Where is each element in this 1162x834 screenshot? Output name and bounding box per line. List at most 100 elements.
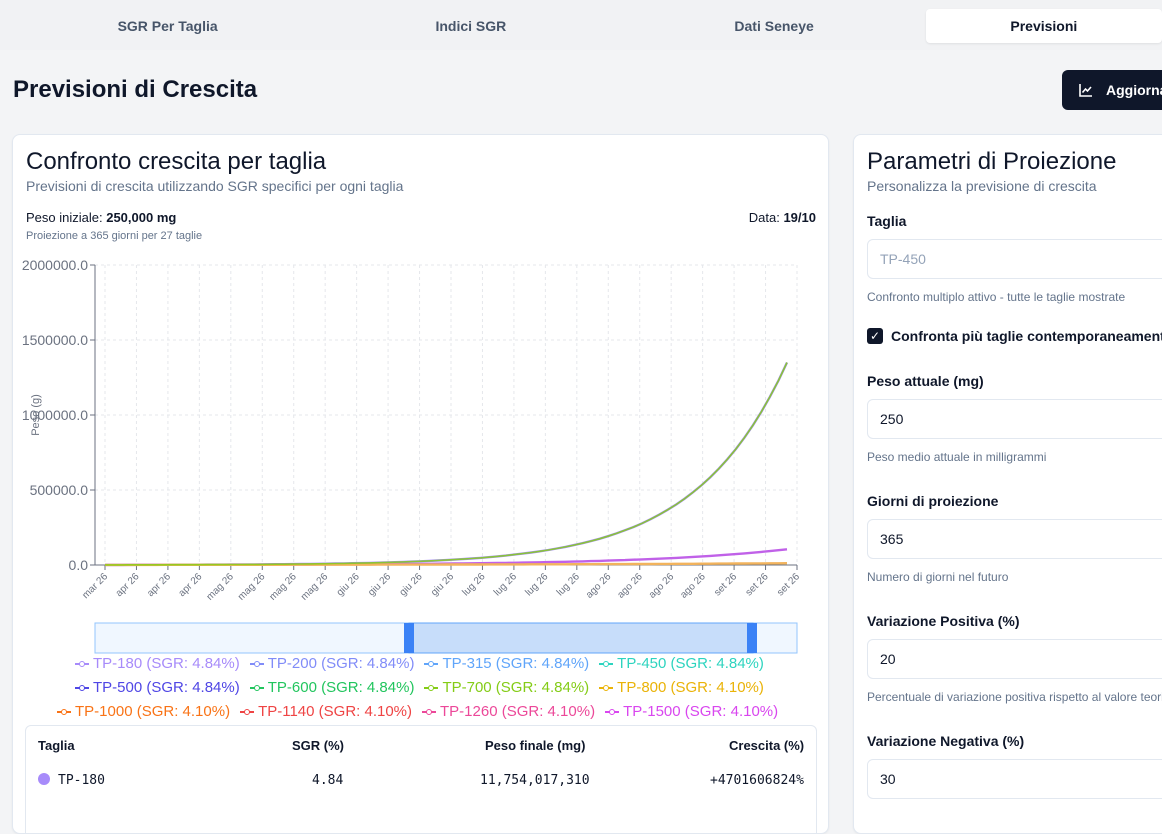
series-color-dot (38, 773, 50, 785)
legend-item[interactable]: TP-500 (SGR: 4.84%) (75, 679, 240, 696)
params-subtitle: Personalizza la previsione di crescita (867, 178, 1097, 194)
projection-params-card: Parametri di Proiezione Personalizza la … (853, 134, 1162, 834)
chart-line-icon (1079, 84, 1092, 97)
legend-label: TP-315 (SGR: 4.84%) (442, 655, 590, 672)
legend-label: TP-1000 (SGR: 4.10%) (75, 703, 231, 720)
legend-label: TP-1500 (SGR: 4.10%) (623, 703, 779, 720)
y-tick-label: 500000.0 (30, 482, 89, 498)
legend-row: TP-180 (SGR: 4.84%) TP-200 (SGR: 4.84%) TP… (75, 655, 774, 672)
legend-item[interactable]: TP-1260 (SGR: 4.10%) (422, 703, 595, 720)
legend-marker-icon (75, 684, 89, 692)
x-tick-label: mag 26 (236, 571, 268, 603)
x-tick-label: ago 26 (615, 571, 645, 601)
x-tick-label: giu 26 (366, 571, 393, 598)
x-tick-label: apr 26 (145, 571, 173, 599)
legend-item[interactable]: TP-200 (SGR: 4.84%) (249, 655, 415, 672)
legend-marker-icon (75, 660, 89, 668)
date-value: 19/10 (783, 210, 816, 225)
legend-marker-icon (424, 684, 439, 692)
legend-marker-icon (599, 660, 614, 668)
giorni-label: Giorni di proiezione (867, 493, 999, 509)
legend-marker-icon (422, 708, 437, 716)
legend-label: TP-1140 (SGR: 4.10%) (258, 703, 413, 720)
results-table: Taglia SGR (%) Peso finale (mg) Crescita… (25, 725, 817, 833)
initial-weight: Peso iniziale: 250,000 mg (26, 210, 176, 225)
legend-item[interactable]: TP-800 (SGR: 4.10%) (599, 679, 764, 696)
x-tick-label: set 26 (744, 571, 771, 598)
y-tick-label: 2000000.0 (22, 257, 88, 273)
x-tick-label: ago 26 (584, 571, 614, 601)
y-tick-label: 0.0 (69, 557, 89, 573)
legend-marker-icon (424, 660, 439, 668)
peso-help: Peso medio attuale in milligrammi (867, 450, 1047, 464)
brush-handle-right (747, 623, 757, 653)
x-tick-label: giu 26 (335, 571, 362, 598)
legend-item[interactable]: TP-700 (SGR: 4.84%) (424, 679, 589, 696)
cell-peso: 11,754,017,310 (480, 773, 590, 788)
legend-label: TP-450 (SGR: 4.84%) (617, 655, 764, 672)
tab-bar: SGR Per Taglia Indici SGR Dati Seneye Pr… (0, 0, 1162, 50)
x-tick-label: lug 26 (492, 571, 519, 598)
chart-date: Data: 19/10 (749, 210, 816, 225)
chart-card-title: Confronto crescita per taglia (26, 148, 327, 175)
legend-label: TP-200 (SGR: 4.84%) (267, 655, 415, 672)
peso-input[interactable]: 250 (867, 399, 1162, 439)
legend-row: TP-1000 (SGR: 4.10%) TP-1140 (SGR: 4.10%)… (57, 703, 788, 720)
page-title: Previsioni di Crescita (13, 76, 258, 103)
legend-marker-icon (249, 684, 264, 692)
cell-taglia: TP-180 (58, 773, 105, 788)
legend-item[interactable]: TP-315 (SGR: 4.84%) (424, 655, 589, 672)
tab-previsioni[interactable]: Previsioni (925, 9, 1162, 43)
refresh-button[interactable]: Aggiorna (1062, 70, 1162, 110)
taglia-select[interactable]: TP-450 (867, 239, 1162, 279)
tab-indici-sgr[interactable]: Indici SGR (319, 9, 622, 43)
x-tick-label: ago 26 (678, 571, 708, 601)
initial-weight-label: Peso iniziale: (26, 210, 107, 225)
col-header-peso: Peso finale (mg) (485, 738, 586, 753)
tab-dati-seneye[interactable]: Dati Seneye (622, 9, 925, 43)
legend-label: TP-800 (SGR: 4.10%) (617, 679, 764, 696)
legend-label: TP-1260 (SGR: 4.10%) (440, 703, 596, 720)
x-tick-label: giu 26 (429, 571, 456, 598)
peso-label: Peso attuale (mg) (867, 373, 984, 389)
varpos-label: Variazione Positiva (%) (867, 613, 1020, 629)
cell-crescita: +4701606824% (710, 773, 804, 788)
varneg-input[interactable]: 30 (867, 759, 1162, 799)
compare-checkbox[interactable]: ✓ (867, 328, 883, 344)
x-tick-label: lug 26 (555, 571, 582, 598)
series-line (105, 361, 789, 567)
legend-marker-icon (57, 708, 71, 716)
legend-item[interactable]: TP-1500 (SGR: 4.10%) (605, 703, 778, 720)
legend-label: TP-700 (SGR: 4.84%) (442, 679, 590, 696)
cell-sgr: 4.84 (312, 773, 344, 788)
x-tick-label: set 26 (775, 571, 802, 598)
x-tick-label: giu 26 (398, 571, 425, 598)
legend-item[interactable]: TP-600 (SGR: 4.84%) (249, 679, 414, 696)
legend-marker-icon (605, 708, 620, 716)
legend-item[interactable]: TP-180 (SGR: 4.84%) (75, 655, 240, 672)
brush-selection (408, 622, 754, 654)
series-line-overlay (105, 362, 788, 566)
x-tick-label: mag 26 (267, 571, 299, 603)
x-tick-label: ago 26 (647, 571, 677, 601)
x-tick-label: mag 26 (205, 571, 237, 603)
taglia-help: Confronto multiplo attivo - tutte le tag… (867, 290, 1126, 304)
legend-item[interactable]: TP-1000 (SGR: 4.10%) (57, 703, 230, 720)
giorni-input[interactable]: 365 (867, 519, 1162, 559)
legend-item[interactable]: TP-450 (SGR: 4.84%) (599, 655, 764, 672)
growth-chart: 0.0500000.01000000.01500000.02000000.0ma… (22, 257, 802, 654)
y-tick-label: 1500000.0 (22, 332, 88, 348)
series-line (105, 548, 788, 567)
varpos-input[interactable]: 20 (867, 639, 1162, 679)
tab-sgr-per-taglia[interactable]: SGR Per Taglia (16, 9, 319, 43)
x-tick-label: mag 26 (299, 571, 331, 603)
legend-marker-icon (240, 708, 255, 716)
brush-handle-left (404, 623, 414, 653)
x-tick-label: mar 26 (80, 571, 110, 601)
legend-item[interactable]: TP-1140 (SGR: 4.10%) (240, 703, 412, 720)
refresh-label: Aggiorna (1106, 82, 1162, 98)
legend-label: TP-500 (SGR: 4.84%) (93, 679, 240, 696)
projection-text: Proiezione a 365 giorni per 27 taglie (26, 230, 203, 242)
legend-marker-icon (249, 660, 264, 668)
taglia-label: Taglia (867, 213, 907, 229)
